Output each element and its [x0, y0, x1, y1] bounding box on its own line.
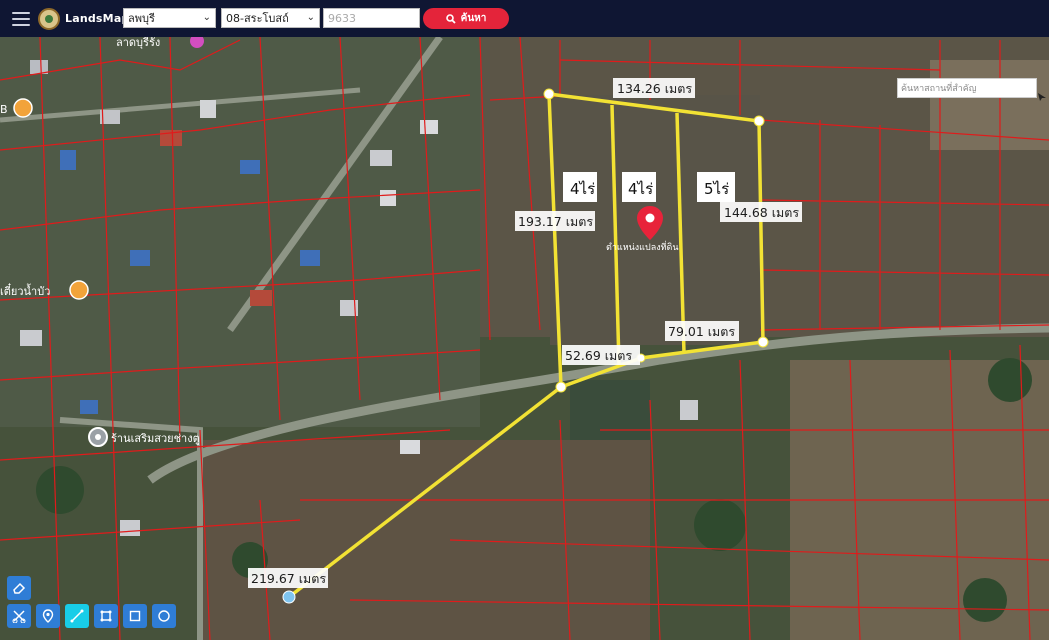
province-value: ลพบุรี	[128, 12, 155, 25]
cursor-icon	[1038, 93, 1046, 101]
chevron-down-icon: ⌄	[202, 12, 211, 23]
bottom-right-label: 79.01 เมตร	[668, 324, 735, 339]
landsmaps-logo	[38, 7, 60, 30]
district-value: 08-สระโบสถ์	[226, 12, 289, 25]
area-labels: 4ไร่ 4ไร่ 5ไร่	[563, 172, 735, 202]
left-edge-label: 193.17 เมตร	[518, 214, 593, 229]
field-area-ne	[930, 60, 1049, 150]
village-area	[0, 37, 480, 427]
distance-label: 219.67 เมตร	[251, 571, 326, 586]
place-b-label: B	[0, 103, 8, 116]
search-button[interactable]: ค้นหา	[423, 8, 509, 29]
parcel-number-input[interactable]: 9633	[323, 8, 420, 28]
right-edge-label: 144.68 เมตร	[724, 205, 799, 220]
bottom-left-label: 52.69 เมตร	[565, 348, 632, 363]
province-select[interactable]: ลพบุรี ⌄	[123, 8, 216, 28]
top-place-label: ลาดบุรีรัง	[116, 37, 160, 49]
pin-icon[interactable]	[36, 604, 60, 628]
shape-icon[interactable]	[94, 604, 118, 628]
map-view[interactable]: 134.26 เมตร 193.17 เมตร 144.68 เมตร 79.0…	[0, 37, 1049, 640]
pond	[570, 380, 650, 440]
plot-2-area: 4ไร่	[628, 180, 653, 198]
plot-3-area: 5ไร่	[704, 180, 729, 198]
shop-1-label: ร้านเสริมสวยช่างตู	[111, 432, 200, 445]
district-select[interactable]: 08-สระโบสถ์ ⌄	[221, 8, 320, 28]
menu-icon[interactable]	[12, 11, 30, 26]
line-icon[interactable]	[65, 604, 89, 628]
rectangle-icon[interactable]	[123, 604, 147, 628]
poi-search-placeholder: ค้นหาสถานที่สำคัญ	[901, 84, 977, 94]
chevron-down-icon: ⌄	[306, 12, 315, 23]
cut-icon[interactable]	[7, 604, 31, 628]
eraser-icon[interactable]	[7, 576, 31, 600]
circle-icon[interactable]	[152, 604, 176, 628]
search-button-label: ค้นหา	[460, 13, 487, 24]
parcel-number-value: 9633	[328, 11, 356, 25]
shop-2-label: เตี๋ยวน้ำบัว	[0, 282, 50, 298]
top-bar: LandsMaps ลพบุรี ⌄ 08-สระโบสถ์ ⌄ 9633 ค้…	[0, 0, 1049, 37]
poi-search-input[interactable]: ค้นหาสถานที่สำคัญ	[897, 78, 1037, 98]
top-edge-label: 134.26 เมตร	[617, 81, 692, 96]
plot-1-area: 4ไร่	[570, 180, 595, 198]
search-icon	[445, 13, 456, 24]
satellite-map[interactable]: 134.26 เมตร 193.17 เมตร 144.68 เมตร 79.0…	[0, 37, 1049, 640]
